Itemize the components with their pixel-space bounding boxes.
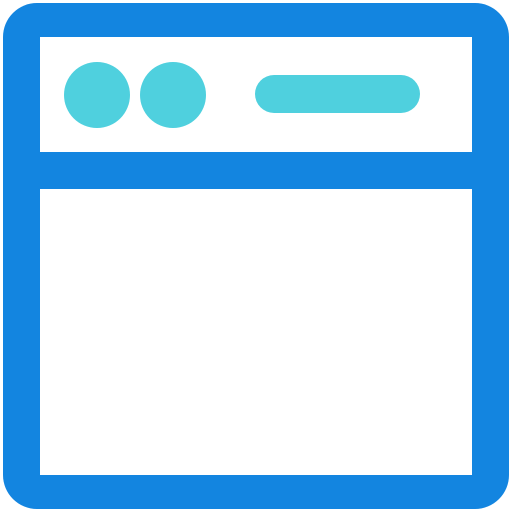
browser-window-icon-svg	[3, 3, 509, 509]
address-bar-pill	[255, 75, 420, 113]
control-dot-2	[140, 62, 206, 128]
control-dot-1	[64, 62, 130, 128]
content-area	[40, 189, 472, 475]
browser-window-icon	[0, 0, 512, 512]
